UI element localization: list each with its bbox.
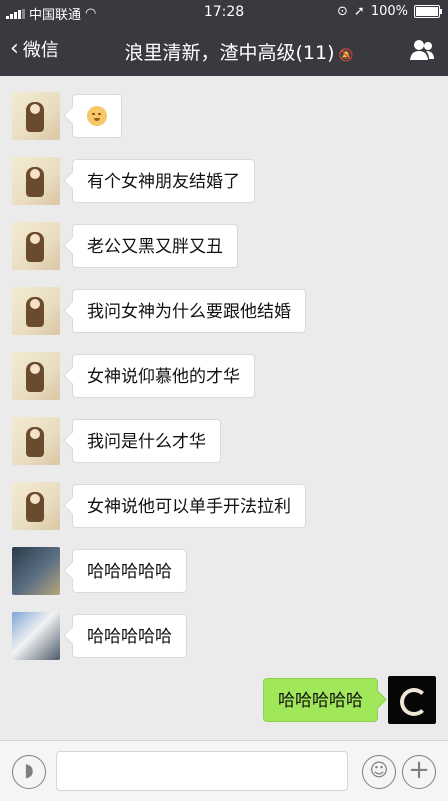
message-row: 我问是什么才华 — [0, 417, 448, 475]
avatar[interactable] — [12, 157, 60, 205]
mute-icon: 🔕 — [338, 48, 354, 62]
message-bubble[interactable] — [72, 94, 122, 138]
nav-bar: ‹ 微信 浪里清新，渣中高级(11) 🔕 — [0, 24, 448, 76]
message-row-mine: 哈哈哈哈哈 — [0, 676, 448, 734]
message-row: 老公又黑又胖又丑 — [0, 222, 448, 280]
chat-title: 浪里清新，渣中高级(11) 🔕 — [100, 38, 378, 65]
avatar[interactable] — [12, 547, 60, 595]
input-bar: ◗ ☺ + — [0, 740, 448, 801]
message-bubble[interactable]: 女神说他可以单手开法拉利 — [72, 484, 306, 528]
rotation-lock-icon: ⊙ — [337, 4, 348, 19]
chat-title-text: 浪里清新，渣中高级(11) — [124, 42, 335, 64]
voice-icon: ◗ — [24, 760, 34, 781]
my-message-bubble[interactable]: 哈哈哈哈哈 — [263, 678, 378, 722]
group-icon — [410, 40, 434, 60]
chevron-left-icon: ‹ — [10, 36, 19, 61]
message-bubble[interactable]: 老公又黑又胖又丑 — [72, 224, 238, 268]
battery-icon — [414, 5, 442, 18]
message-bubble[interactable]: 我问女神为什么要跟他结婚 — [72, 289, 306, 333]
plus-icon: + — [408, 755, 430, 785]
back-button[interactable]: ‹ 微信 — [10, 36, 59, 62]
avatar[interactable] — [12, 352, 60, 400]
message-bubble[interactable]: 女神说仰慕他的才华 — [72, 354, 255, 398]
message-row: 女神说他可以单手开法拉利 — [0, 482, 448, 540]
message-bubble[interactable]: 有个女神朋友结婚了 — [72, 159, 255, 203]
battery-label: 100% — [370, 4, 408, 19]
message-row: 我问女神为什么要跟他结婚 — [0, 287, 448, 345]
status-bar: 中国联通 ◠ 17:28 ⊙ ➚ 100% — [0, 0, 448, 24]
status-right: ⊙ ➚ 100% — [337, 4, 442, 19]
more-button[interactable]: + — [402, 755, 436, 789]
avatar[interactable] — [12, 287, 60, 335]
message-row: 哈哈哈哈哈 — [0, 612, 448, 670]
voice-button[interactable]: ◗ — [12, 755, 46, 789]
avatar[interactable] — [12, 612, 60, 660]
message-bubble[interactable]: 我问是什么才华 — [72, 419, 221, 463]
emoji-button[interactable]: ☺ — [362, 755, 396, 789]
location-icon: ➚ — [353, 4, 365, 19]
smiley-icon: ☺ — [369, 760, 389, 781]
avatar[interactable] — [12, 222, 60, 270]
message-row: 哈哈哈哈哈 — [0, 547, 448, 605]
avatar[interactable] — [12, 417, 60, 465]
message-bubble[interactable]: 哈哈哈哈哈 — [72, 614, 187, 658]
avatar[interactable] — [12, 482, 60, 530]
chat-area[interactable]: 有个女神朋友结婚了 老公又黑又胖又丑 我问女神为什么要跟他结婚 女神说仰慕他的才… — [0, 76, 448, 740]
message-row — [0, 92, 448, 150]
avatar[interactable] — [12, 92, 60, 140]
smiley-emoji-icon — [87, 105, 107, 126]
message-bubble[interactable]: 哈哈哈哈哈 — [72, 549, 187, 593]
message-row: 女神说仰慕他的才华 — [0, 352, 448, 410]
group-info-button[interactable] — [408, 36, 436, 64]
message-row: 有个女神朋友结婚了 — [0, 157, 448, 215]
my-avatar[interactable] — [388, 676, 436, 724]
back-label: 微信 — [22, 40, 59, 61]
message-input[interactable] — [56, 751, 348, 791]
